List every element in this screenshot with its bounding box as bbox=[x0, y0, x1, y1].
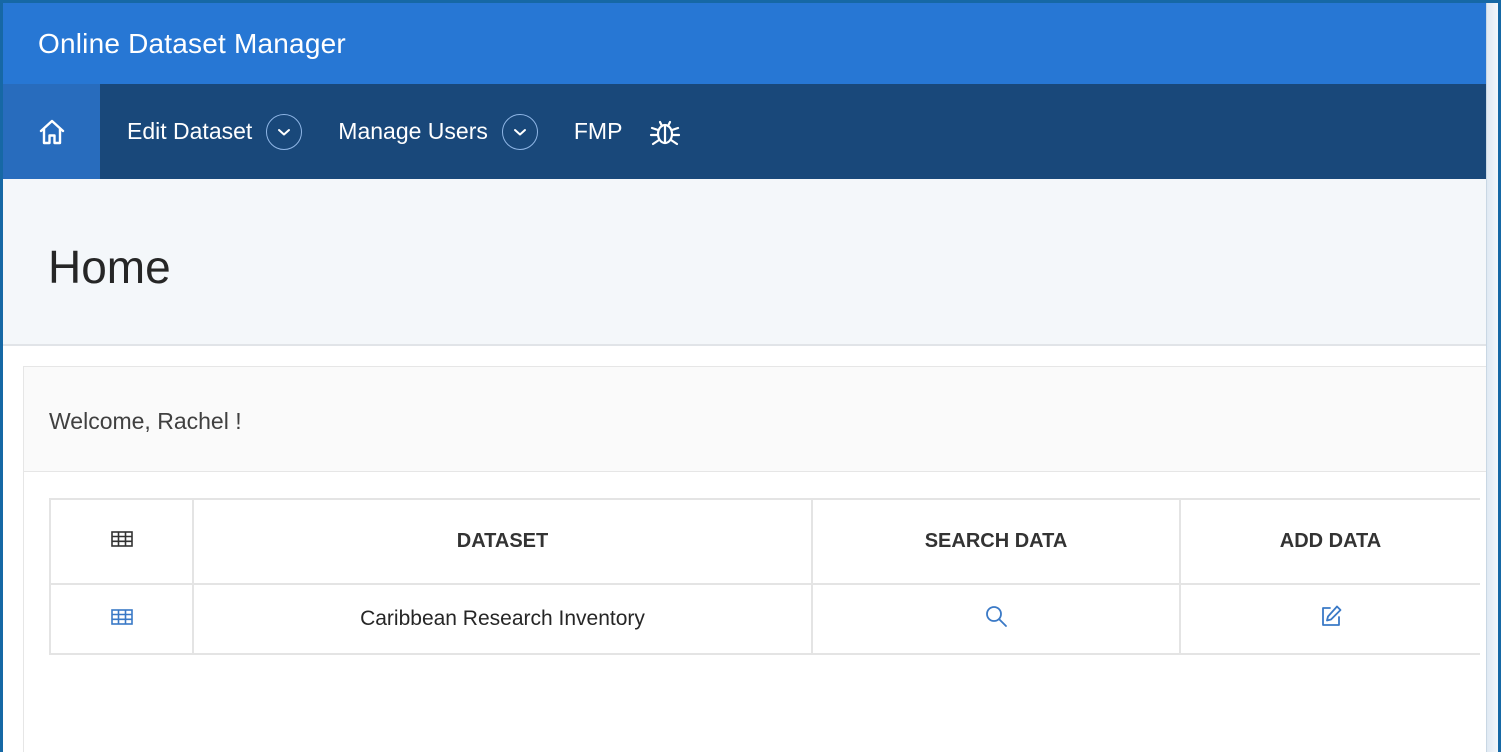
nav-item-fmp[interactable]: FMP bbox=[574, 118, 623, 145]
column-header-search-data[interactable]: SEARCH DATA bbox=[811, 498, 1181, 585]
search-data-link[interactable] bbox=[984, 604, 1008, 628]
manage-users-dropdown-toggle[interactable] bbox=[501, 113, 538, 150]
table-grid-icon bbox=[110, 609, 133, 625]
dataset-table: DATASET SEARCH DATA ADD DATA Caribbean R… bbox=[49, 498, 1480, 655]
page-title: Home bbox=[48, 241, 171, 293]
welcome-message: Welcome, Rachel ! bbox=[49, 408, 242, 434]
app-title: Online Dataset Manager bbox=[38, 27, 346, 59]
nav-item-manage-users[interactable]: Manage Users bbox=[338, 118, 488, 145]
table-row: Caribbean Research Inventory bbox=[49, 583, 1480, 655]
main-content: Welcome, Rachel ! DATASET SEARCH DATA AD… bbox=[3, 348, 1489, 752]
edit-dataset-dropdown-toggle[interactable] bbox=[266, 113, 303, 150]
home-icon bbox=[39, 119, 64, 144]
table-header-row: DATASET SEARCH DATA ADD DATA bbox=[49, 498, 1480, 585]
row-detail-cell bbox=[49, 583, 194, 655]
add-data-link[interactable] bbox=[1319, 604, 1343, 628]
table-header-icon-cell bbox=[49, 498, 194, 585]
app-window: Online Dataset Manager Edit Dataset Mana… bbox=[0, 0, 1501, 752]
nav-home-button[interactable] bbox=[3, 84, 100, 179]
region-header: Welcome, Rachel ! bbox=[24, 367, 1489, 472]
nav-bug-button[interactable] bbox=[648, 116, 682, 148]
app-titlebar: Online Dataset Manager bbox=[3, 3, 1489, 84]
search-icon bbox=[986, 606, 1007, 627]
nav-item-edit-dataset[interactable]: Edit Dataset bbox=[127, 118, 252, 145]
row-detail-link[interactable] bbox=[110, 609, 133, 625]
bug-icon bbox=[650, 120, 681, 145]
chevron-down-icon bbox=[278, 128, 291, 135]
welcome-region: Welcome, Rachel ! DATASET SEARCH DATA AD… bbox=[23, 366, 1489, 752]
search-data-cell bbox=[811, 583, 1181, 655]
chevron-down-icon bbox=[513, 128, 526, 135]
page-header: Home bbox=[3, 179, 1489, 346]
add-data-cell bbox=[1179, 583, 1480, 655]
window-right-edge bbox=[1486, 3, 1498, 752]
top-navigation: Edit Dataset Manage Users FMP bbox=[3, 84, 1489, 179]
column-header-dataset[interactable]: DATASET bbox=[192, 498, 813, 585]
column-header-add-data[interactable]: ADD DATA bbox=[1179, 498, 1480, 585]
dataset-name-cell: Caribbean Research Inventory bbox=[192, 583, 813, 655]
table-grid-icon bbox=[110, 531, 133, 547]
edit-icon bbox=[1321, 605, 1341, 626]
